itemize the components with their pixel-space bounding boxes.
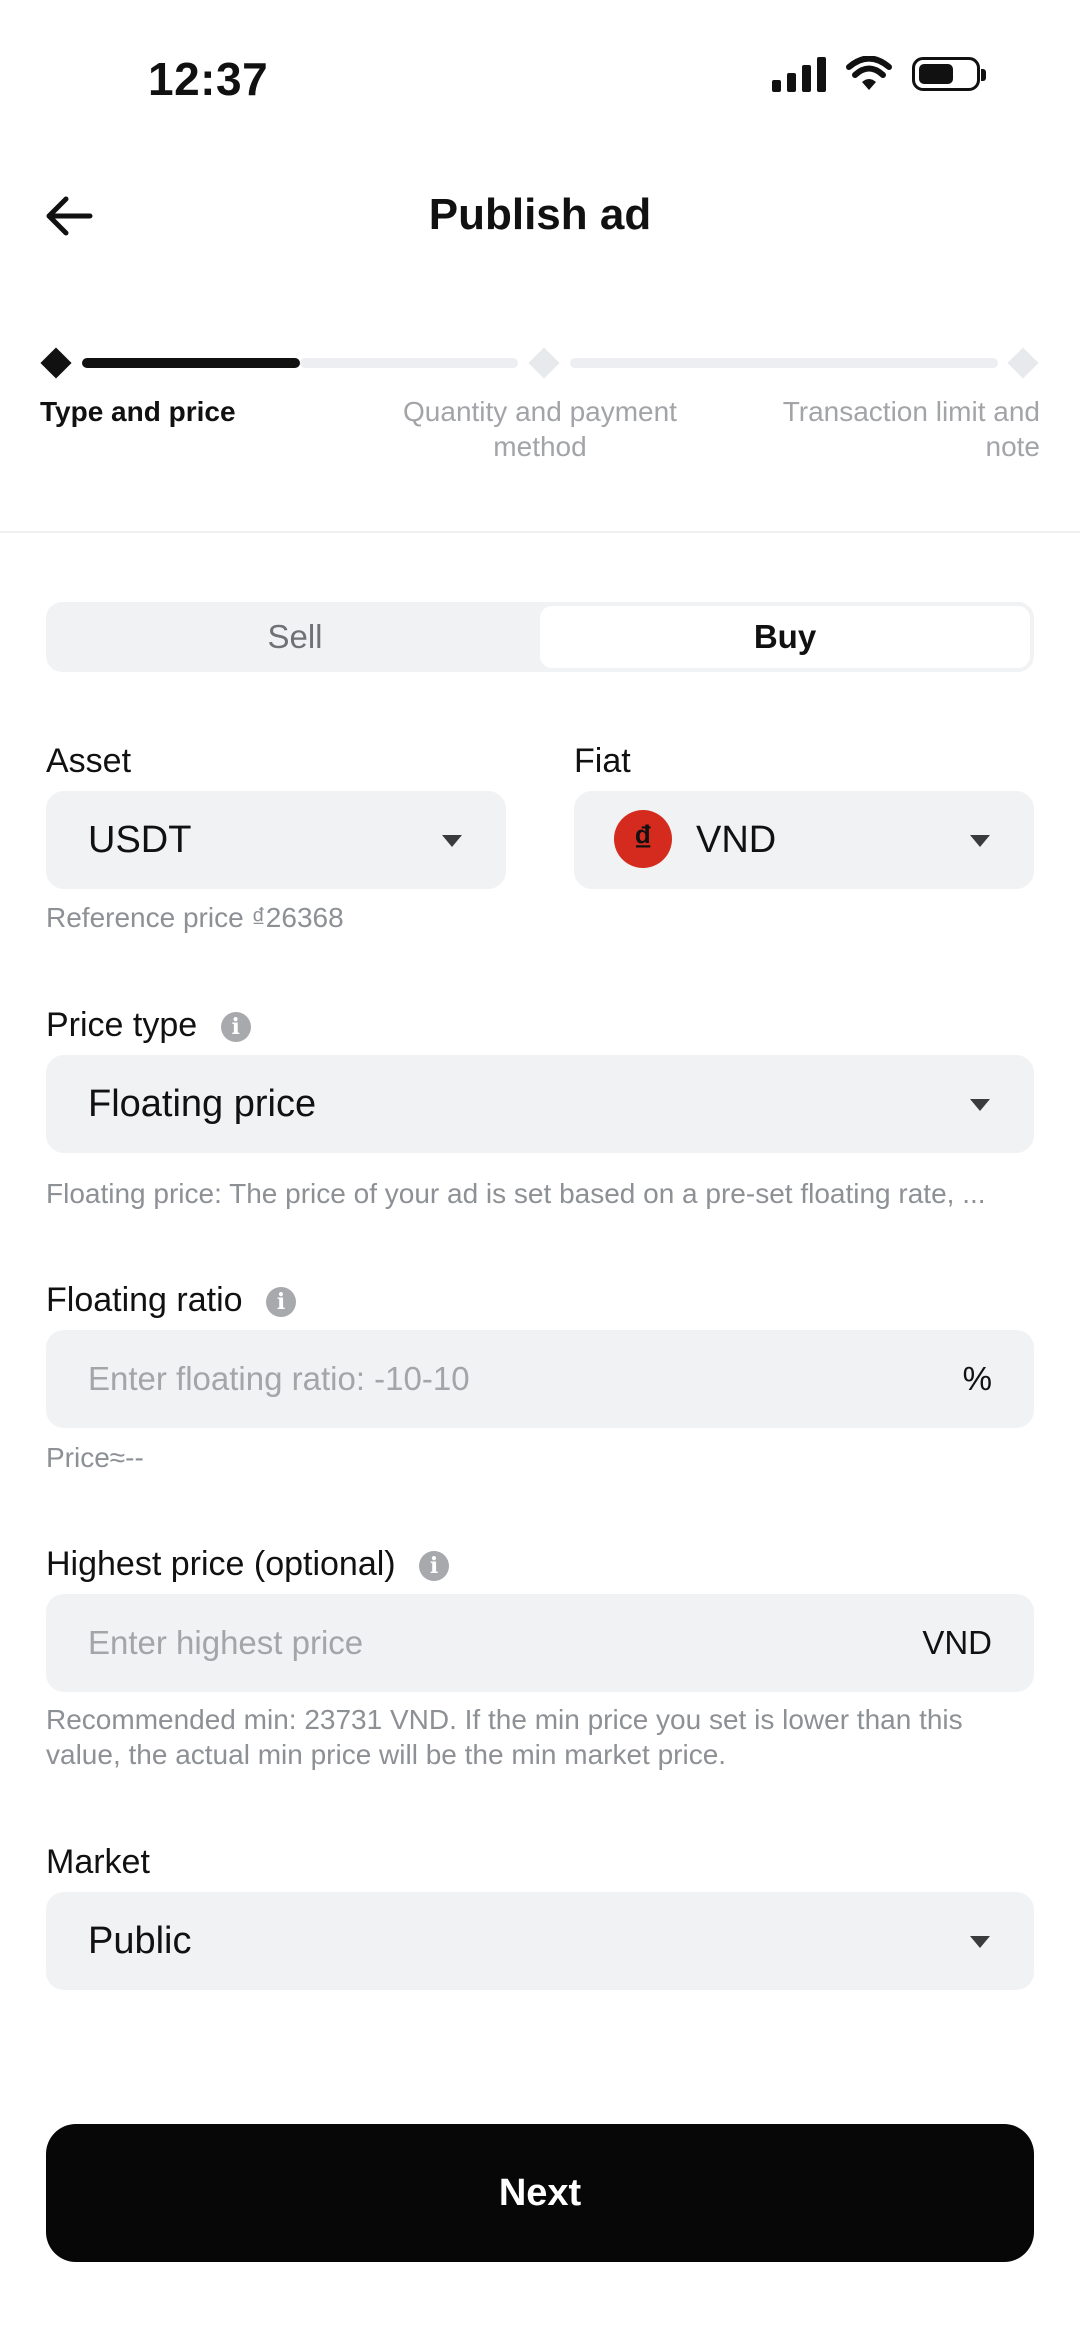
chevron-down-icon bbox=[970, 835, 990, 847]
market-label: Market bbox=[46, 1843, 150, 1881]
status-time: 12:37 bbox=[148, 53, 269, 105]
price-type-select[interactable]: Floating price bbox=[46, 1055, 1034, 1153]
asset-select[interactable]: USDT bbox=[46, 791, 506, 889]
highest-price-unit: VND bbox=[922, 1624, 992, 1661]
highest-price-hint-line-1: Recommended min: 23731 VND. If the min p… bbox=[46, 1704, 963, 1735]
floating-ratio-label: Floating ratio i bbox=[46, 1281, 296, 1320]
fiat-label: Fiat bbox=[574, 742, 631, 780]
buy-sell-toggle: Sell Buy bbox=[46, 602, 1034, 672]
chevron-down-icon bbox=[442, 835, 462, 847]
market-value: Public bbox=[88, 1920, 192, 1962]
sell-tab[interactable]: Sell bbox=[50, 606, 540, 668]
reference-price: Reference price ₫26368 bbox=[46, 902, 344, 933]
step-3-marker bbox=[1007, 347, 1039, 379]
price-type-label-text: Price type bbox=[46, 1006, 198, 1044]
price-type-label: Price type i bbox=[46, 1006, 251, 1045]
step-2-track bbox=[570, 358, 998, 368]
buy-tab[interactable]: Buy bbox=[540, 606, 1030, 668]
asset-label: Asset bbox=[46, 742, 132, 780]
info-icon[interactable]: i bbox=[266, 1287, 296, 1318]
price-type-hint: Floating price: The price of your ad is … bbox=[46, 1178, 986, 1209]
step-1-progress bbox=[82, 358, 300, 368]
battery-icon bbox=[912, 57, 986, 91]
status-icons bbox=[772, 56, 986, 92]
highest-price-label-text: Highest price (optional) bbox=[46, 1545, 396, 1583]
asset-value: USDT bbox=[88, 819, 192, 861]
step-1-label: Type and price bbox=[40, 396, 236, 427]
highest-price-label: Highest price (optional) i bbox=[46, 1545, 450, 1584]
fiat-select[interactable]: ₫ VND bbox=[574, 791, 1034, 889]
page-title: Publish ad bbox=[428, 190, 652, 239]
highest-price-hint: Recommended min: 23731 VND. If the min p… bbox=[46, 1702, 1036, 1772]
step-3-label: Transaction limit and note bbox=[782, 396, 1040, 462]
info-icon[interactable]: i bbox=[220, 1012, 251, 1043]
divider bbox=[0, 531, 1080, 533]
floating-ratio-label-text: Floating ratio bbox=[46, 1281, 243, 1319]
floating-ratio-placeholder: Enter floating ratio: -10-10 bbox=[88, 1360, 470, 1397]
fiat-value: VND bbox=[696, 819, 777, 861]
highest-price-placeholder: Enter highest price bbox=[88, 1624, 364, 1661]
highest-price-input[interactable]: Enter highest price VND bbox=[46, 1594, 1034, 1692]
chevron-down-icon bbox=[970, 1099, 990, 1111]
step-2-label: Quantity and payment method bbox=[403, 396, 677, 462]
info-icon[interactable]: i bbox=[419, 1551, 450, 1582]
highest-price-hint-line-2: value, the actual min price will be the … bbox=[46, 1739, 727, 1770]
floating-ratio-unit: % bbox=[962, 1360, 992, 1397]
price-estimate: Price≈-- bbox=[46, 1442, 144, 1473]
signal-icon bbox=[772, 56, 826, 92]
step-1-track bbox=[300, 358, 518, 368]
market-select[interactable]: Public bbox=[46, 1892, 1034, 1990]
step-2-marker bbox=[528, 347, 560, 379]
vnd-currency-icon: ₫ bbox=[614, 810, 672, 868]
floating-ratio-input[interactable]: Enter floating ratio: -10-10 % bbox=[46, 1330, 1034, 1428]
next-button[interactable]: Next bbox=[46, 2124, 1034, 2262]
wifi-icon bbox=[846, 56, 892, 90]
chevron-down-icon bbox=[970, 1936, 990, 1948]
step-1-marker bbox=[40, 347, 72, 379]
price-type-value: Floating price bbox=[88, 1083, 317, 1125]
